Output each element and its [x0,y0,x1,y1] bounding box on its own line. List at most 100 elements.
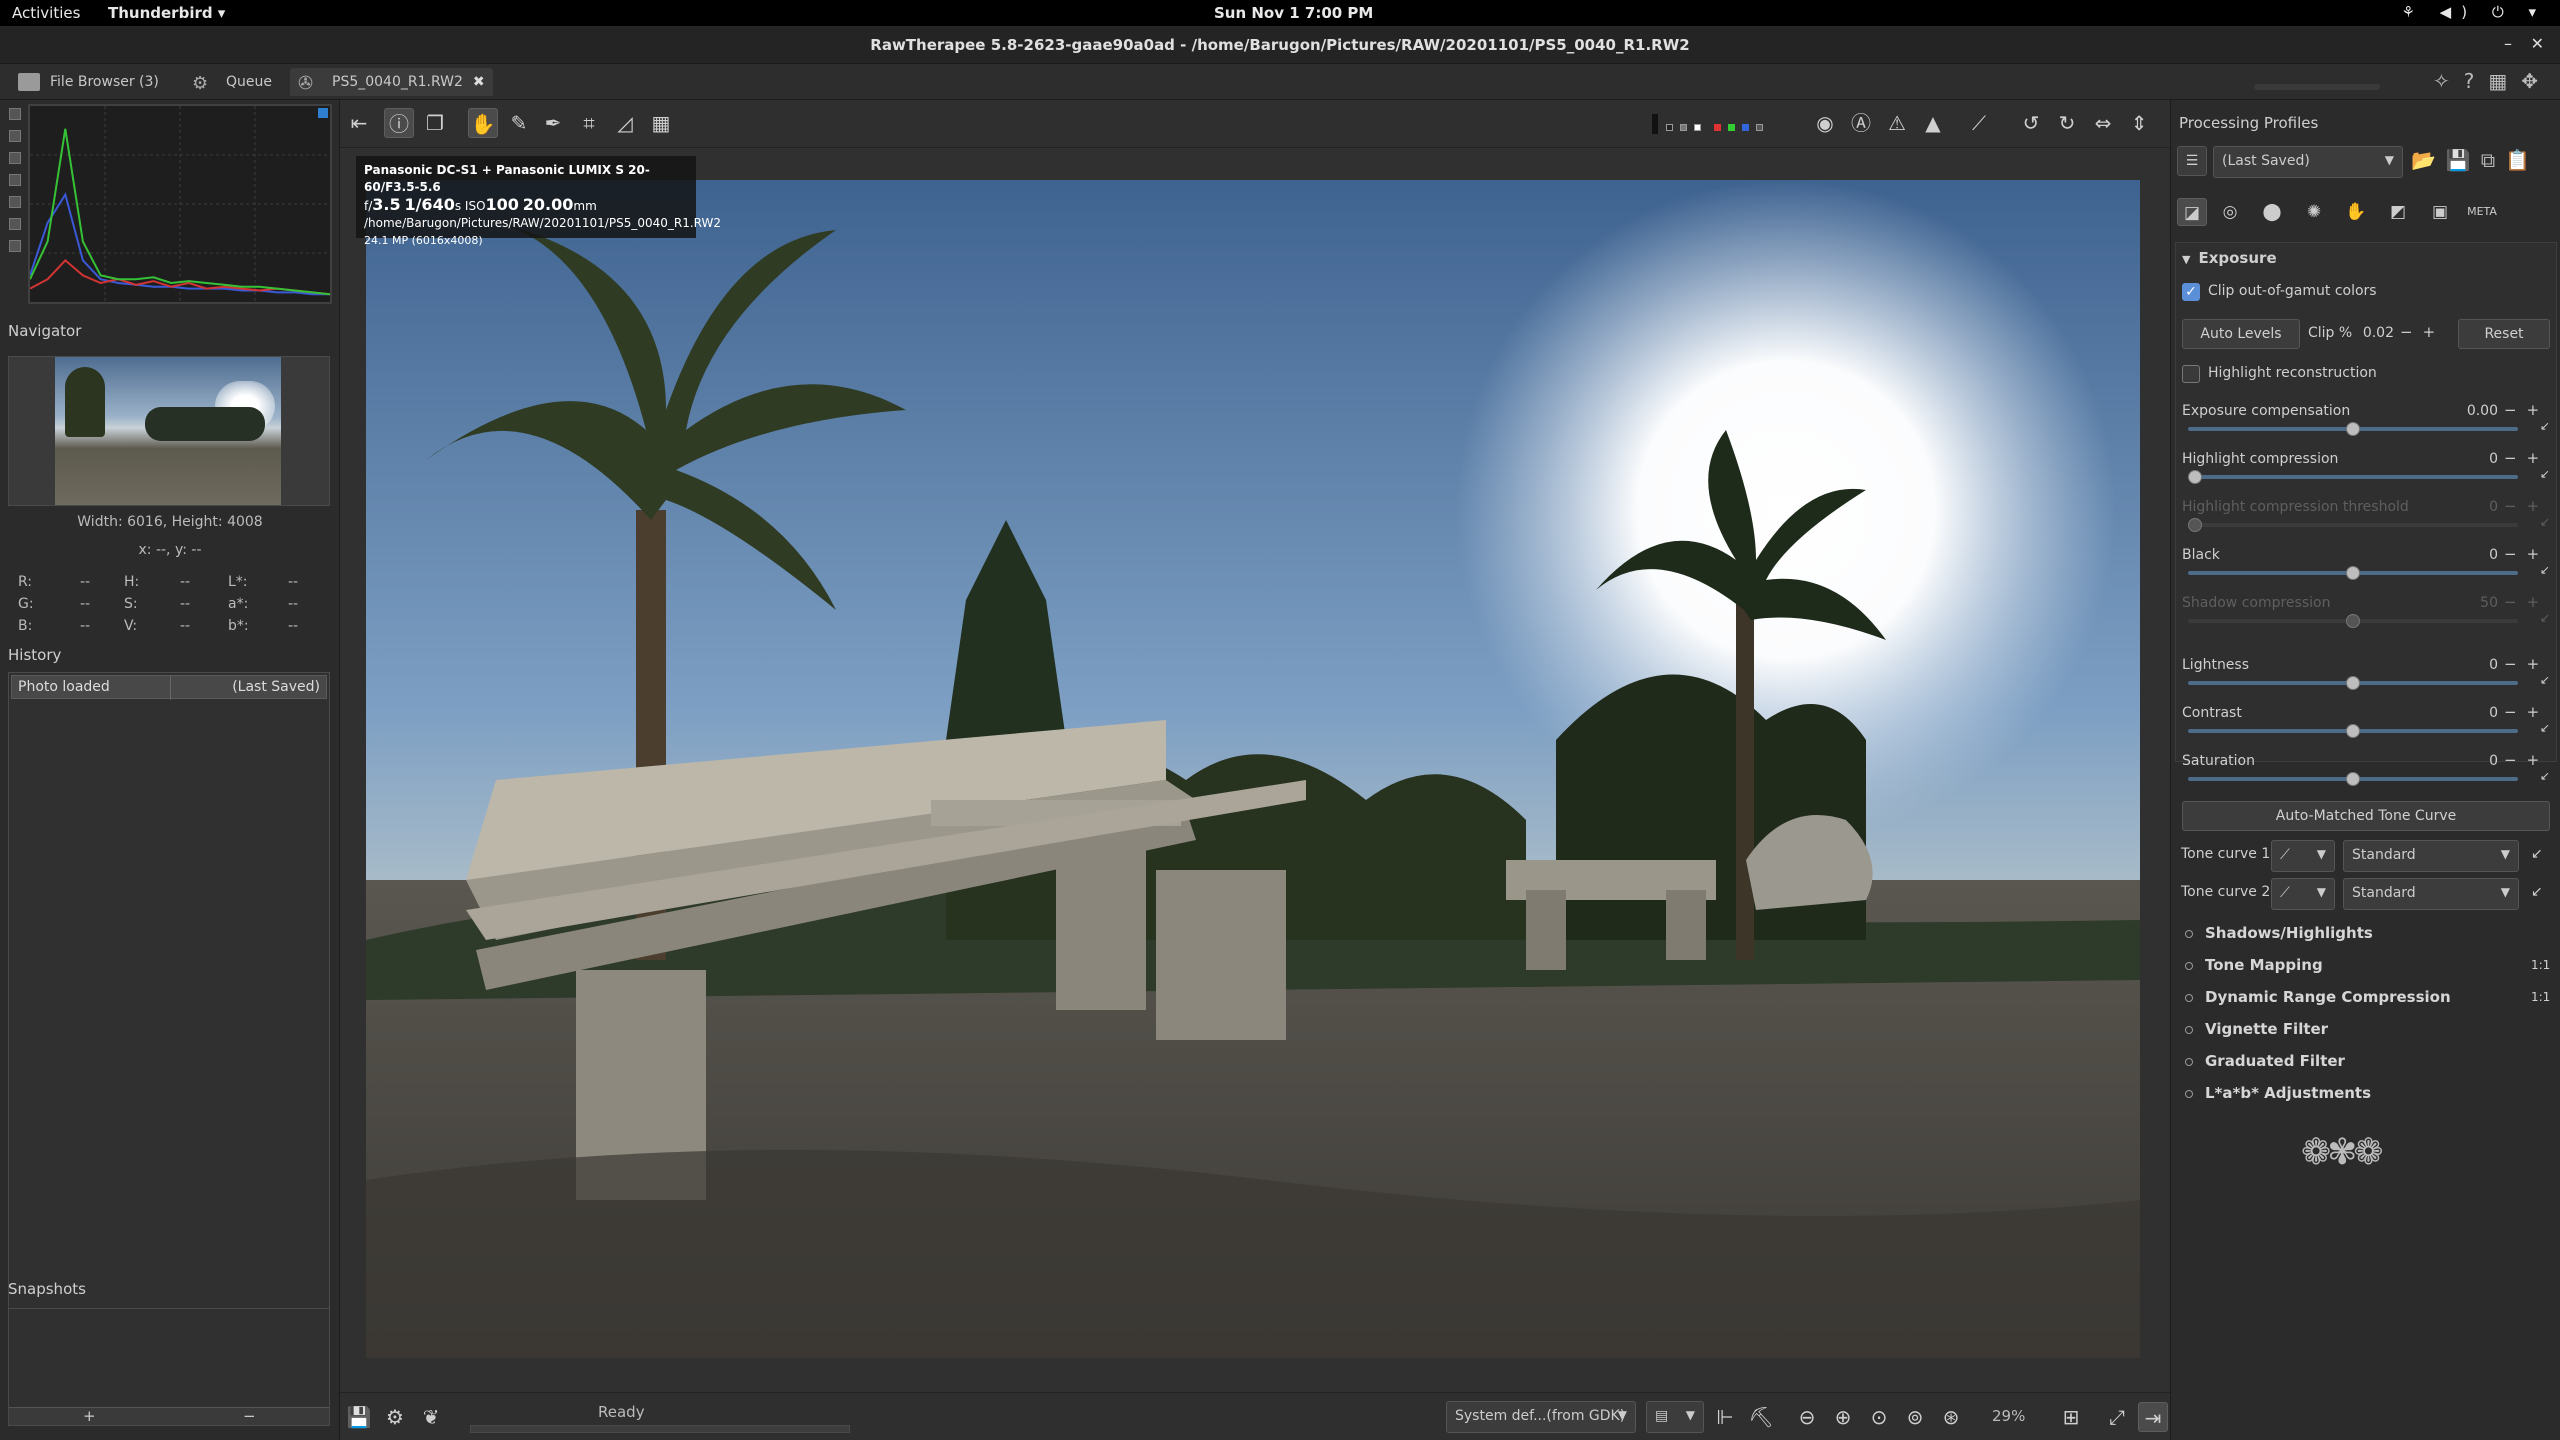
channel-black-icon[interactable] [1666,124,1673,131]
softproof-icon[interactable]: Ⓐ [1846,108,1876,138]
slider-value[interactable]: 0 [2458,499,2498,515]
histogram-toggle-button[interactable] [9,240,21,252]
tool-expander[interactable]: Graduated Filter [2185,1052,2345,1070]
white-balance-picker-icon[interactable]: ✎ [504,108,534,138]
hide-right-panel-icon[interactable]: ⇥ [2138,1402,2168,1432]
slider-reset-icon[interactable]: ↙ [2540,611,2550,625]
send-to-editor-icon[interactable]: ✧ [2433,69,2464,93]
exposure-header[interactable]: ▼ Exposure [2182,249,2277,267]
tab-local[interactable]: ✋ [2341,198,2371,226]
queue-icon[interactable]: ⚙ [380,1402,410,1432]
auto-levels-button[interactable]: Auto Levels [2182,319,2300,349]
save-profile-icon[interactable]: 💾 [2446,148,2481,172]
slider-stepper[interactable]: −+ [2504,593,2549,611]
tone-curve-2-mode[interactable]: Standard ▼ [2343,878,2519,910]
slider-track[interactable] [2188,475,2518,479]
clip-gamut-checkbox[interactable]: ✓ [2182,283,2200,301]
slider-reset-icon[interactable]: ↙ [2540,563,2550,577]
slider-stepper[interactable]: −+ [2504,655,2549,673]
rotate-left-icon[interactable]: ↺ [2016,108,2046,138]
tone-curve-1-shape[interactable]: ⟋ ▼ [2271,840,2335,872]
tone-curve-2-shape[interactable]: ⟋ ▼ [2271,878,2335,910]
tab-advanced[interactable]: ✺ [2299,198,2329,226]
fullscreen-icon[interactable]: ✥ [2521,69,2552,93]
channel-blue-icon[interactable] [1742,124,1749,131]
slider-value[interactable]: 0 [2458,451,2498,467]
histogram-toggle-button[interactable] [9,196,21,208]
info-icon[interactable]: ⓘ [384,108,414,138]
slider-value[interactable]: 0 [2458,657,2498,673]
slider-knob[interactable] [2346,724,2360,738]
profile-list-icon[interactable]: ☰ [2177,146,2207,176]
histogram-toggle-button[interactable] [9,152,21,164]
channel-white-icon[interactable] [1694,124,1701,131]
channel-green-icon[interactable] [1728,124,1735,131]
tab-metadata[interactable]: META [2467,198,2497,226]
flip-vertical-icon[interactable]: ⇕ [2124,108,2154,138]
history-list[interactable]: Photo loaded (Last Saved) [8,672,330,1356]
histogram-indicator[interactable] [318,108,328,118]
before-after-icon[interactable]: ❐ [420,108,450,138]
slider-knob[interactable] [2346,566,2360,580]
slider-track[interactable] [2188,523,2518,527]
auto-tone-curve-button[interactable]: Auto-Matched Tone Curve [2182,801,2550,831]
help-icon[interactable]: ? [2464,69,2489,93]
perspective-icon[interactable]: ▦ [646,108,676,138]
straighten-icon[interactable]: ◿ [610,108,640,138]
crop-icon[interactable]: ⌗ [574,108,604,138]
histogram-toggle-button[interactable] [9,130,21,142]
open-profile-icon[interactable]: 📂 [2411,148,2446,172]
profile-select[interactable]: (Last Saved) ▼ [2213,146,2403,178]
flip-horizontal-icon[interactable]: ⇔ [2088,108,2118,138]
external-editor-icon[interactable]: ❦ [416,1402,446,1432]
slider-reset-icon[interactable]: ↙ [2540,515,2550,529]
histogram-toggle-button[interactable] [9,108,21,120]
focus-mask-icon[interactable]: ◉ [1810,108,1840,138]
intent-select[interactable]: ▤ ▼ [1646,1401,1704,1433]
photo-canvas[interactable] [366,180,2140,1358]
slider-reset-icon[interactable]: ↙ [2540,721,2550,735]
tool-expander[interactable]: Vignette Filter [2185,1020,2328,1038]
zoom-out-icon[interactable]: ⊖ [1792,1402,1822,1432]
zoom-100-icon[interactable]: ⊙ [1864,1402,1894,1432]
hand-tool-icon[interactable]: ✋ [468,108,498,138]
curve-edit-icon[interactable]: ↙ [2531,846,2543,862]
slider-stepper[interactable]: −+ [2504,497,2549,515]
clip-percent-value[interactable]: 0.02 [2354,325,2394,341]
save-icon[interactable]: 💾 [344,1402,374,1432]
slider-knob[interactable] [2188,470,2202,484]
tone-curve-1-mode[interactable]: Standard ▼ [2343,840,2519,872]
slider-knob[interactable] [2346,676,2360,690]
histogram-toggle-icon[interactable]: ⟋ [1964,108,1994,138]
clock[interactable]: Sun Nov 1 7:00 PM [1214,4,1373,22]
tool-expander[interactable]: Tone Mapping [2185,956,2323,974]
slider-stepper[interactable]: −+ [2504,545,2549,563]
navigator-preview[interactable] [8,356,330,506]
zoom-fit-icon[interactable]: ⊚ [1900,1402,1930,1432]
close-tab-icon[interactable]: ✖ [473,74,485,90]
bpc-icon[interactable]: ⊩ [1710,1402,1740,1432]
highlight-reconstruction-checkbox[interactable] [2182,365,2200,383]
slider-value[interactable]: 0.00 [2458,403,2498,419]
layout-icon[interactable]: ▦ [2488,69,2521,93]
monitor-profile-select[interactable]: System def...(from GDK) ▼ [1446,1401,1636,1433]
channel-gray-icon[interactable] [1680,124,1687,131]
minimize-icon[interactable]: – [2504,34,2512,53]
slider-stepper[interactable]: −+ [2504,751,2549,769]
slider-stepper[interactable]: −+ [2504,401,2549,419]
tab-editor[interactable]: ✇ PS5_0040_R1.RW2 ✖ [290,68,493,96]
slider-value[interactable]: 0 [2458,753,2498,769]
tab-transform[interactable]: ◩ [2383,198,2413,226]
slider-reset-icon[interactable]: ↙ [2540,467,2550,481]
rotate-right-icon[interactable]: ↻ [2052,108,2082,138]
softproof-toggle-icon[interactable]: ⛏ [1746,1402,1776,1432]
snapshots-list[interactable]: + − [8,1308,330,1426]
remove-snapshot-button[interactable]: − [243,1407,256,1425]
histogram-toggle-button[interactable] [9,174,21,186]
gamut-warning-icon[interactable]: ⚠ [1882,108,1912,138]
slider-reset-icon[interactable]: ↙ [2540,769,2550,783]
slider-knob[interactable] [2188,518,2202,532]
slider-stepper[interactable]: −+ [2504,703,2549,721]
fullscreen-toggle-icon[interactable]: ⤢ [2102,1402,2132,1432]
tab-detail[interactable]: ◎ [2215,198,2245,226]
